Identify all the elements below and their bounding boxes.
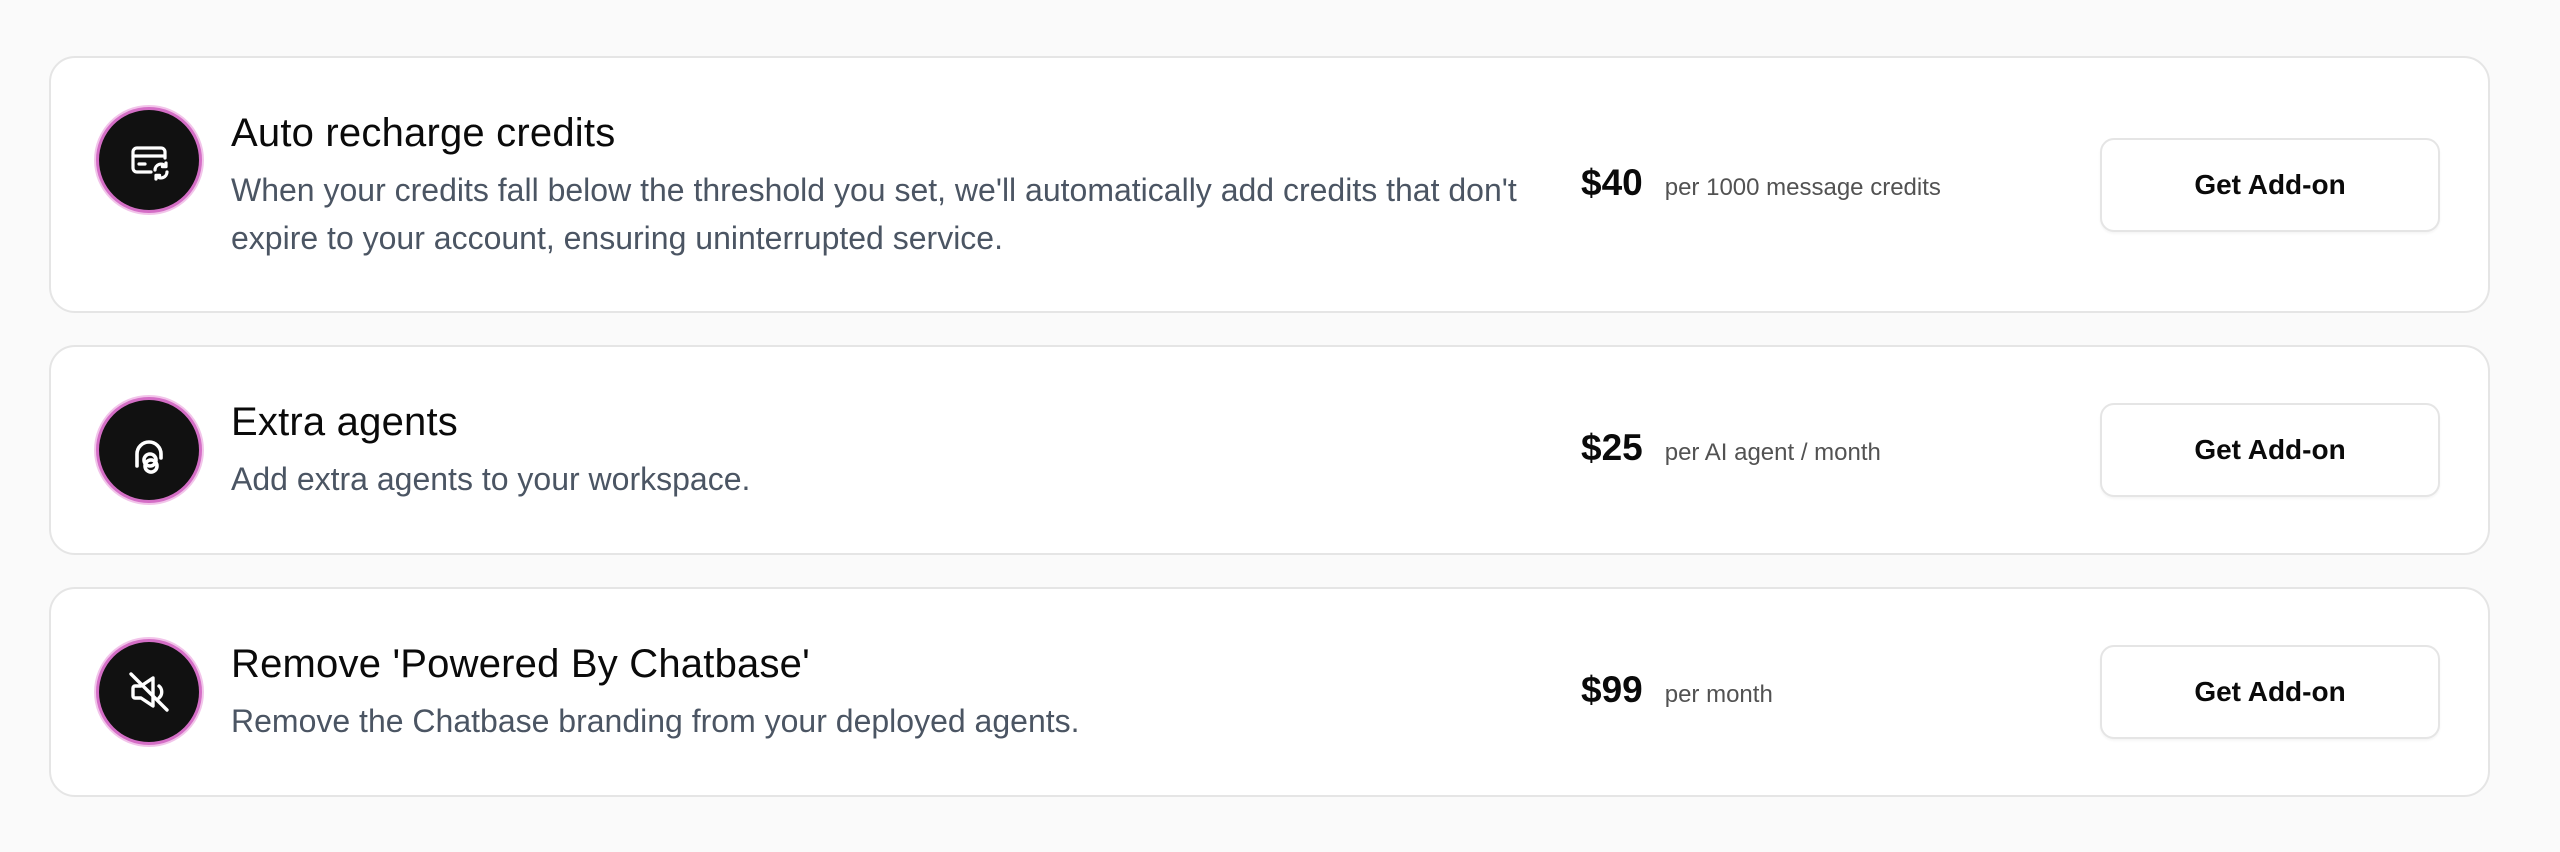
addon-description: When your credits fall below the thresho… — [231, 172, 1517, 256]
addon-title: Auto recharge credits — [231, 111, 616, 155]
credit-card-refresh-icon — [99, 110, 199, 210]
addon-price-unit: per AI agent / month — [1664, 439, 1881, 466]
addon-price-unit: per 1000 message credits — [1664, 174, 1941, 201]
addon-price: $99 — [1581, 669, 1643, 710]
get-addon-button-auto-recharge[interactable]: Get Add-on — [2100, 138, 2440, 232]
addon-price: $40 — [1581, 162, 1643, 203]
addon-description: Add extra agents to your workspace. — [231, 461, 751, 497]
get-addon-button-remove-branding[interactable]: Get Add-on — [2100, 645, 2440, 739]
addon-card-auto-recharge: Auto recharge credits When your credits … — [49, 56, 2490, 313]
addon-description: Remove the Chatbase branding from your d… — [231, 703, 1080, 739]
get-addon-button-extra-agents[interactable]: Get Add-on — [2100, 403, 2440, 497]
addon-title: Remove 'Powered By Chatbase' — [231, 642, 810, 686]
addon-price: $25 — [1581, 427, 1643, 468]
addon-card-remove-branding: Remove 'Powered By Chatbase' Remove the … — [49, 587, 2490, 797]
addon-title: Extra agents — [231, 400, 458, 444]
agent-icon — [99, 400, 199, 500]
addon-pricing: $99 per month — [1581, 669, 1773, 711]
addon-list: Auto recharge credits When your credits … — [49, 56, 2490, 829]
megaphone-off-icon — [99, 642, 199, 742]
addon-pricing: $25 per AI agent / month — [1581, 427, 1881, 469]
addon-price-unit: per month — [1664, 681, 1773, 708]
addon-pricing: $40 per 1000 message credits — [1581, 162, 1941, 204]
addon-card-extra-agents: Extra agents Add extra agents to your wo… — [49, 345, 2490, 555]
